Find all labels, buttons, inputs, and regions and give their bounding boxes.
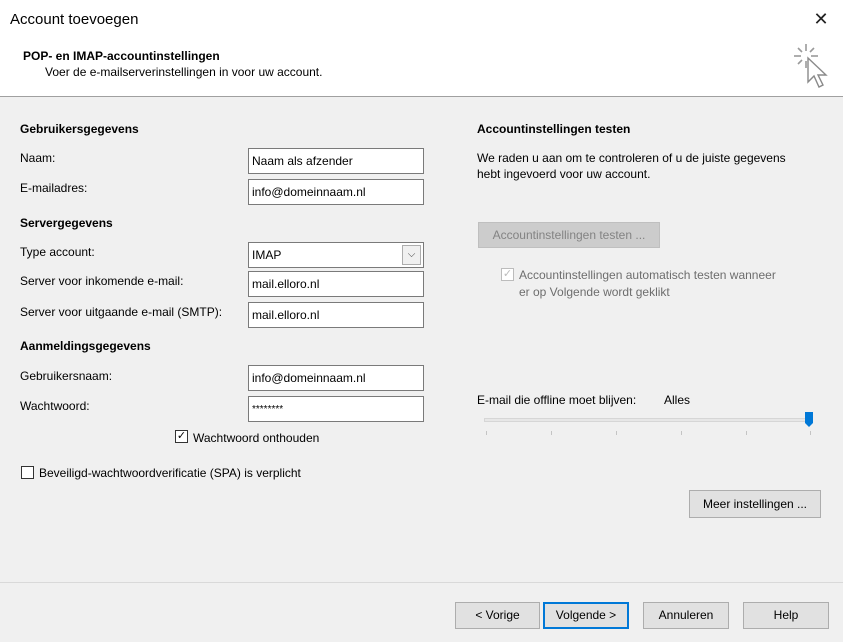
account-type-select[interactable]: IMAP ⌵ xyxy=(248,242,424,268)
window-title: Account toevoegen xyxy=(10,11,139,28)
auto-test-label-line1: Accountinstellingen automatisch testen w… xyxy=(519,268,776,282)
slider-tick xyxy=(486,431,487,435)
wizard-cursor-icon xyxy=(794,44,828,88)
offline-slider-thumb[interactable] xyxy=(805,412,813,427)
dialog-header: POP- en IMAP-accountinstellingen Voer de… xyxy=(0,38,843,97)
incoming-server-label: Server voor inkomende e-mail: xyxy=(20,274,184,288)
outgoing-server-label: Server voor uitgaande e-mail (SMTP): xyxy=(20,305,223,319)
footer-separator xyxy=(0,582,843,583)
name-label: Naam: xyxy=(20,151,56,165)
test-settings-heading: Accountinstellingen testen xyxy=(477,122,631,136)
offline-value: Alles xyxy=(664,393,691,407)
auto-test-checkbox[interactable]: ✓ xyxy=(501,268,514,281)
more-settings-button[interactable]: Meer instellingen ... xyxy=(689,490,821,518)
name-input[interactable] xyxy=(248,148,424,174)
username-label: Gebruikersnaam: xyxy=(20,369,113,383)
remember-password-checkbox[interactable]: ✓ xyxy=(175,430,188,443)
close-icon[interactable]: ✕ xyxy=(806,6,836,32)
spa-checkbox[interactable] xyxy=(21,466,34,479)
header-subtitle: Voer de e-mailserverinstellingen in voor… xyxy=(45,65,323,79)
remember-password-label: Wachtwoord onthouden xyxy=(193,431,320,445)
slider-tick xyxy=(551,431,552,435)
slider-tick xyxy=(746,431,747,435)
password-input[interactable] xyxy=(248,396,424,422)
slider-tick xyxy=(616,431,617,435)
account-type-value: IMAP xyxy=(252,248,282,262)
offline-slider-track[interactable] xyxy=(484,418,812,422)
spa-label: Beveiligd-wachtwoordverificatie (SPA) is… xyxy=(39,466,301,480)
account-type-label: Type account: xyxy=(20,245,95,259)
test-description-line2: hebt ingevoerd voor uw account. xyxy=(477,167,651,181)
help-button[interactable]: Help xyxy=(743,602,829,629)
chevron-down-icon[interactable]: ⌵ xyxy=(402,245,421,265)
username-input[interactable] xyxy=(248,365,424,391)
header-title: POP- en IMAP-accountinstellingen xyxy=(23,49,220,63)
auto-test-label-line2: er op Volgende wordt geklikt xyxy=(519,285,670,299)
cancel-button[interactable]: Annuleren xyxy=(643,602,729,629)
test-description-line1: We raden u aan om te controleren of u de… xyxy=(477,151,786,165)
next-button[interactable]: Volgende > xyxy=(543,602,629,629)
login-info-heading: Aanmeldingsgegevens xyxy=(20,339,151,353)
offline-label: E-mail die offline moet blijven: xyxy=(477,393,637,407)
user-info-heading: Gebruikersgegevens xyxy=(20,122,139,136)
title-bar: Account toevoegen ✕ xyxy=(0,0,843,38)
outgoing-server-input[interactable] xyxy=(248,302,424,328)
test-account-settings-button[interactable]: Accountinstellingen testen ... xyxy=(478,222,660,248)
server-info-heading: Servergegevens xyxy=(20,216,113,230)
email-input[interactable] xyxy=(248,179,424,205)
slider-tick xyxy=(810,431,811,435)
slider-tick xyxy=(681,431,682,435)
email-label: E-mailadres: xyxy=(20,181,88,195)
back-button[interactable]: < Vorige xyxy=(455,602,540,629)
password-label: Wachtwoord: xyxy=(20,399,90,413)
incoming-server-input[interactable] xyxy=(248,271,424,297)
